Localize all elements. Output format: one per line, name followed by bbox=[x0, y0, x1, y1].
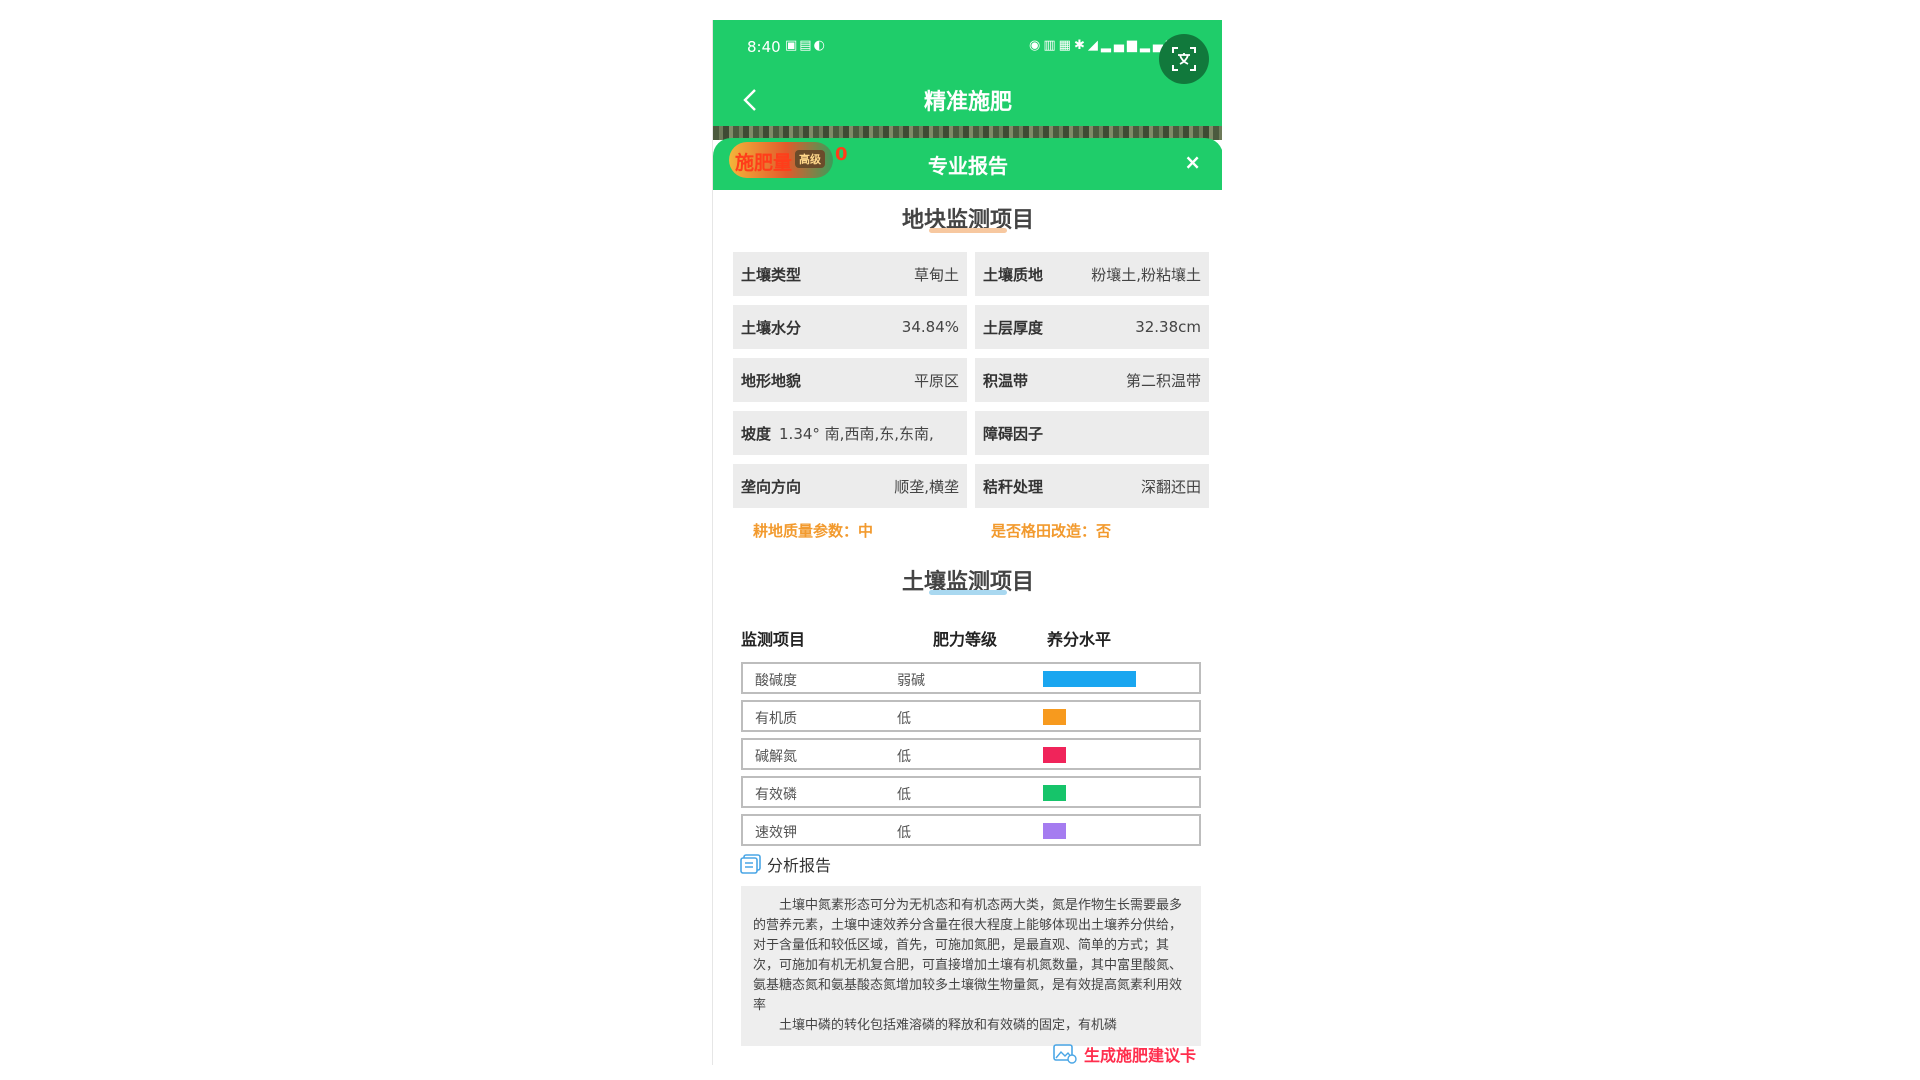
title-underline bbox=[929, 590, 1007, 595]
plot-cell: 土壤质地 粉壤土,粉粘壤土 bbox=[975, 252, 1209, 296]
plot-cell-key: 坡度 bbox=[741, 424, 772, 443]
row-grade: 低 bbox=[897, 711, 911, 727]
level-bar bbox=[1043, 671, 1136, 687]
plot-cell-value: 顺垄,横垄 bbox=[894, 477, 959, 496]
plot-cell: 土壤类型 草甸土 bbox=[733, 252, 967, 296]
header-level: 养分水平 bbox=[1047, 630, 1112, 649]
plot-cell-key: 地形地貌 bbox=[741, 371, 802, 390]
plot-cell: 土层厚度 32.38cm bbox=[975, 305, 1209, 349]
level-bar bbox=[1043, 709, 1066, 725]
plot-section-title: 地块监测项目 bbox=[713, 202, 1222, 234]
table-row: 有效磷 低 bbox=[741, 776, 1201, 808]
translate-icon bbox=[1172, 47, 1196, 71]
level-bar bbox=[1043, 823, 1066, 839]
plot-cell: 秸秆处理 深翻还田 bbox=[975, 464, 1209, 508]
row-name: 有机质 bbox=[755, 711, 797, 727]
row-grade: 低 bbox=[897, 825, 911, 841]
plot-cell-value: 深翻还田 bbox=[1140, 477, 1201, 496]
plot-cell-value: 第二积温带 bbox=[1125, 371, 1201, 390]
level-bar bbox=[1043, 747, 1066, 763]
close-button[interactable]: × bbox=[1184, 150, 1201, 174]
analysis-text-box[interactable]: 土壤中氮素形态可分为无机态和有机态两大类，氮是作物生长需要最多的营养元素，土壤中… bbox=[741, 886, 1201, 1046]
image-card-icon bbox=[1053, 1044, 1077, 1064]
translate-button[interactable] bbox=[1159, 34, 1209, 84]
plot-cell: 垄向方向 顺垄,横垄 bbox=[733, 464, 967, 508]
plot-cell-value: 平原区 bbox=[913, 371, 959, 390]
header-item: 监测项目 bbox=[741, 630, 806, 649]
notification-icons: ▣▤◐ bbox=[785, 38, 827, 53]
analysis-paragraph: 土壤中氮素形态可分为无机态和有机态两大类，氮是作物生长需要最多的营养元素，土壤中… bbox=[753, 898, 1183, 1013]
plot-cell: 地形地貌 平原区 bbox=[733, 358, 967, 402]
plot-cell-value: 34.84% bbox=[901, 318, 959, 336]
plot-cell-key: 障碍因子 bbox=[983, 424, 1044, 443]
quality-note: 耕地质量参数：中 bbox=[753, 522, 874, 540]
phone-screen: 8:40 ▣▤◐ ◉▥▦✱◢▂▄▆▂▄▆▮ 精准施肥 施肥量 高级 0 专业报告… bbox=[712, 20, 1222, 1065]
plot-cell: 坡度 1.34° 南,西南,东,东南, bbox=[733, 411, 967, 455]
row-name: 有效磷 bbox=[755, 787, 797, 803]
generate-advice-card-button[interactable]: 生成施肥建议卡 bbox=[1052, 1042, 1196, 1065]
row-name: 碱解氮 bbox=[755, 749, 797, 765]
report-doc-icon bbox=[740, 854, 761, 874]
plot-cell-value: 粉壤土,粉粘壤土 bbox=[1091, 265, 1201, 284]
status-bar: 8:40 ▣▤◐ ◉▥▦✱◢▂▄▆▂▄▆▮ bbox=[713, 20, 1222, 68]
row-grade: 低 bbox=[897, 787, 911, 803]
row-name: 酸碱度 bbox=[755, 673, 797, 689]
plot-cell-value: 32.38cm bbox=[1135, 318, 1201, 336]
generate-label: 生成施肥建议卡 bbox=[1083, 1046, 1196, 1065]
row-grade: 低 bbox=[897, 749, 911, 765]
plot-cell-value: 草甸土 bbox=[913, 265, 959, 284]
table-row: 有机质 低 bbox=[741, 700, 1201, 732]
plot-cell-key: 土层厚度 bbox=[983, 318, 1044, 337]
plot-cell: 障碍因子 bbox=[975, 411, 1209, 455]
plot-cell: 积温带 第二积温带 bbox=[975, 358, 1209, 402]
header-grade: 肥力等级 bbox=[933, 630, 998, 649]
analysis-paragraph: 土壤中磷的转化包括难溶磷的释放和有效磷的固定，有机磷 bbox=[779, 1018, 1118, 1033]
plot-cell-key: 秸秆处理 bbox=[983, 477, 1044, 496]
plot-cell-value: 1.34° 南,西南,东,东南, bbox=[779, 424, 934, 443]
top-bar: 8:40 ▣▤◐ ◉▥▦✱◢▂▄▆▂▄▆▮ 精准施肥 bbox=[713, 20, 1222, 128]
table-row: 碱解氮 低 bbox=[741, 738, 1201, 770]
nav-bar: 精准施肥 bbox=[713, 80, 1222, 120]
title-underline bbox=[929, 228, 1007, 233]
plot-cell-key: 土壤质地 bbox=[983, 265, 1044, 284]
level-bar bbox=[1043, 785, 1066, 801]
plot-cell-key: 垄向方向 bbox=[741, 477, 802, 496]
grid-note: 是否格田改造：否 bbox=[991, 522, 1112, 540]
page-title: 精准施肥 bbox=[923, 90, 1012, 115]
table-row: 酸碱度 弱碱 bbox=[741, 662, 1201, 694]
plot-cell-key: 积温带 bbox=[983, 371, 1029, 390]
analysis-header: 分析报告 bbox=[739, 852, 831, 876]
row-grade: 弱碱 bbox=[897, 673, 925, 689]
plot-cell-key: 土壤水分 bbox=[741, 318, 802, 337]
soil-section-title: 土壤监测项目 bbox=[713, 564, 1222, 596]
row-name: 速效钾 bbox=[755, 825, 797, 841]
status-time: 8:40 bbox=[747, 38, 781, 56]
report-header: 施肥量 高级 0 专业报告 × bbox=[713, 138, 1222, 190]
analysis-title: 分析报告 bbox=[767, 856, 832, 875]
plot-cell-key: 土壤类型 bbox=[741, 265, 802, 284]
plot-cell: 土壤水分 34.84% bbox=[733, 305, 967, 349]
table-row: 速效钾 低 bbox=[741, 814, 1201, 846]
report-title: 专业报告 bbox=[928, 154, 1008, 178]
